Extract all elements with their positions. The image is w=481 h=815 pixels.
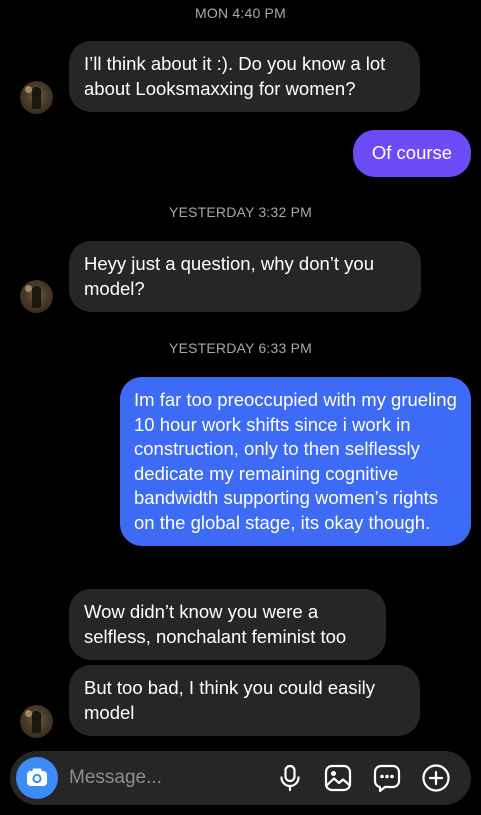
camera-icon: [27, 768, 47, 786]
avatar[interactable]: [20, 280, 53, 313]
message-input[interactable]: Message...: [69, 767, 162, 789]
timestamp: YESTERDAY 3:32 PM: [169, 204, 312, 220]
received-message[interactable]: Heyy just a question, why don’t you mode…: [69, 241, 421, 312]
message-composer: Message...: [10, 751, 471, 805]
microphone-icon[interactable]: [275, 763, 305, 793]
received-message[interactable]: But too bad, I think you could easily mo…: [69, 665, 420, 736]
add-icon[interactable]: [421, 763, 451, 793]
sent-message[interactable]: Of course: [353, 130, 471, 177]
sent-message[interactable]: Im far too preoccupied with my grueling …: [120, 377, 471, 546]
timestamp: YESTERDAY 6:33 PM: [169, 340, 312, 356]
avatar[interactable]: [20, 81, 53, 114]
sticker-icon[interactable]: [372, 763, 402, 793]
avatar[interactable]: [20, 705, 53, 738]
received-message[interactable]: I’ll think about it :). Do you know a lo…: [69, 41, 420, 112]
received-message[interactable]: Wow didn’t know you were a selfless, non…: [69, 589, 386, 660]
camera-button[interactable]: [16, 757, 58, 799]
gallery-icon[interactable]: [323, 763, 353, 793]
timestamp: MON 4:40 PM: [195, 5, 286, 21]
